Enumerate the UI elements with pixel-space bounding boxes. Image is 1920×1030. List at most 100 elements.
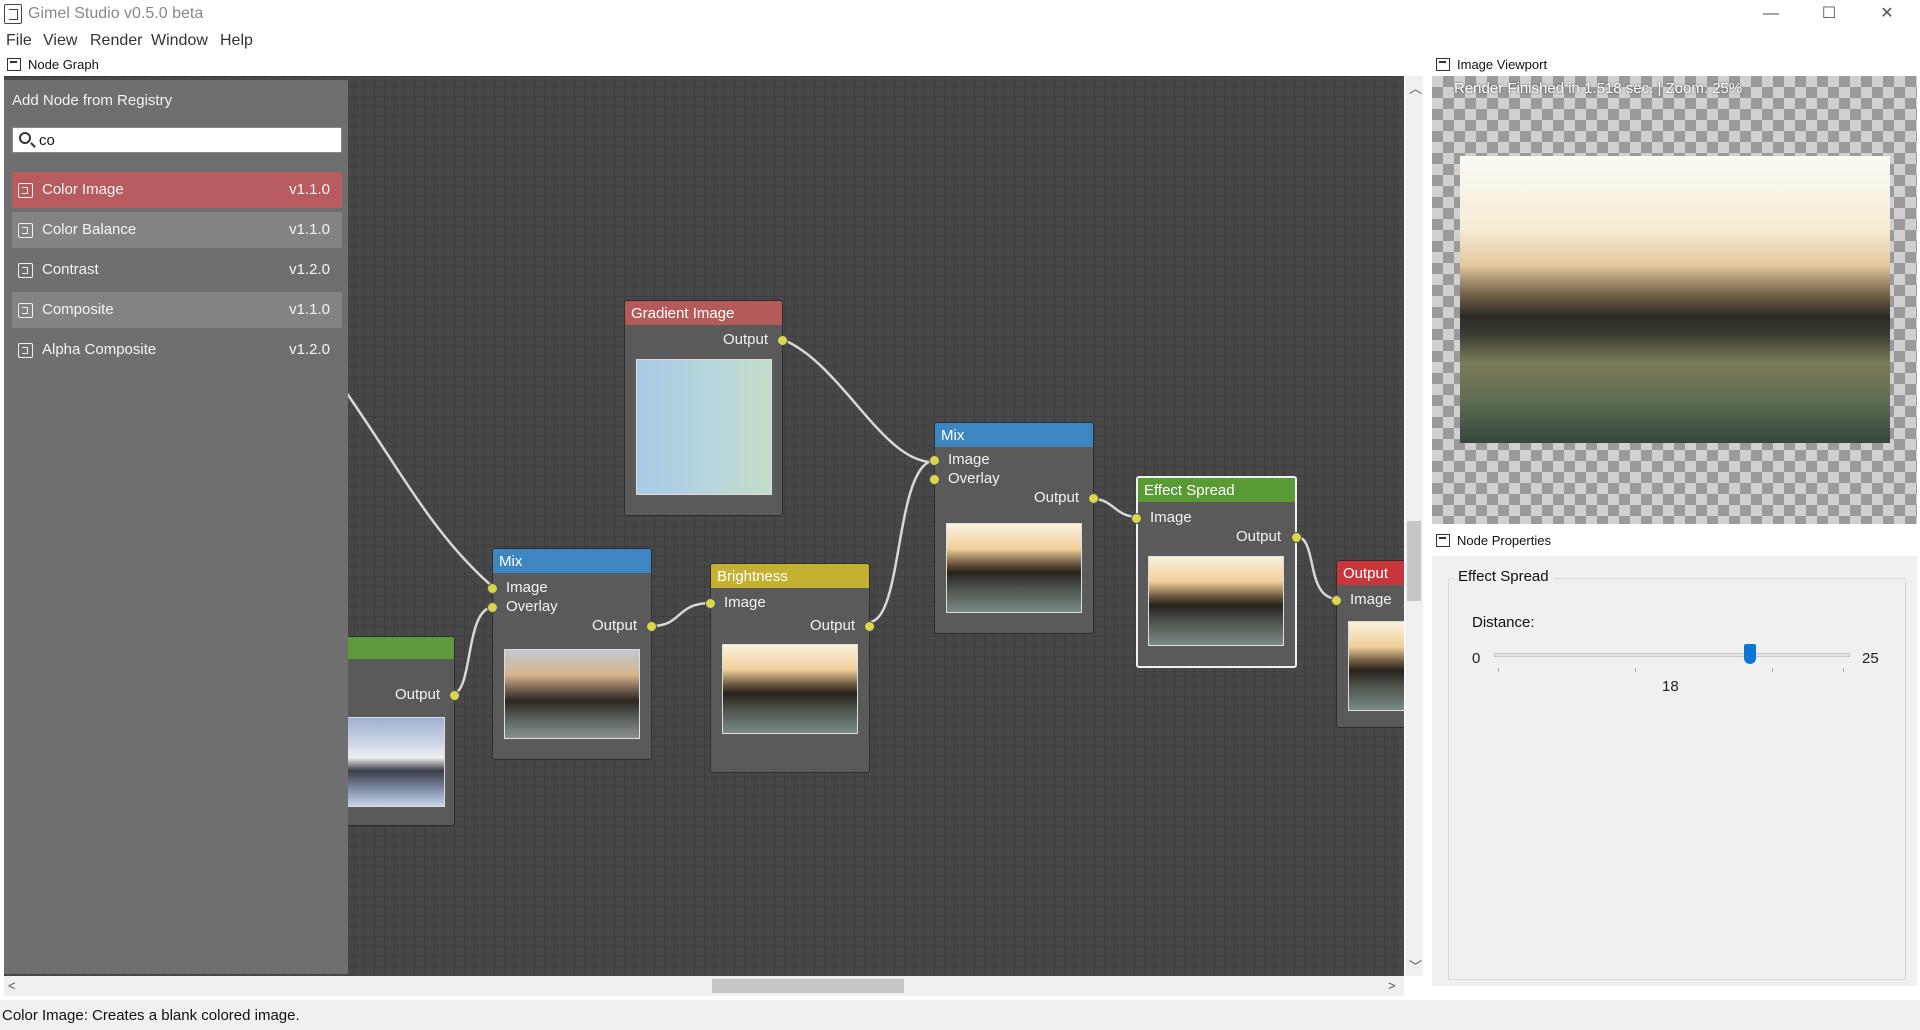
node-output[interactable]: Output Image [1331,560,1404,728]
socket-input-image[interactable] [487,583,498,594]
properties-group [1448,578,1906,980]
socket-input-overlay[interactable] [487,602,498,613]
menu-window[interactable]: Window [151,32,208,50]
registry-item-contrast[interactable]: Contrast v1.2.0 [12,252,342,288]
node-header: Mix [493,549,651,573]
distance-label: Distance: [1472,614,1535,631]
menu-help[interactable]: Help [220,32,253,50]
registry-search[interactable] [12,127,342,153]
socket-output[interactable] [864,621,875,632]
socket-input-label: Image [506,579,548,596]
registry-item-alpha-composite[interactable]: Alpha Composite v1.2.0 [12,332,342,368]
registry-item-color-image[interactable]: Color Image v1.1.0 [12,172,342,208]
menu-render[interactable]: Render [90,32,142,50]
node-properties-panel-title: Node Properties [1457,533,1551,548]
search-input[interactable] [39,130,335,150]
registry-item-version: v1.1.0 [289,221,330,238]
socket-input-image[interactable] [705,598,716,609]
node-thumbnail [722,644,858,734]
scroll-left-icon[interactable]: < [8,978,16,993]
socket-input-image[interactable] [1131,513,1142,524]
node-header [335,637,454,659]
socket-input-label: Overlay [948,470,1000,487]
menu-file[interactable]: File [6,32,32,50]
socket-output-label: Output [1033,489,1079,506]
node-header: Effect Spread [1138,478,1295,502]
app-icon [4,4,22,24]
registry-item-name: Composite [42,301,114,318]
node-thumbnail [636,359,772,495]
socket-output[interactable] [1088,493,1099,504]
registry-item-color-balance[interactable]: Color Balance v1.1.0 [12,212,342,248]
scroll-up-icon[interactable]: ︿ [1409,78,1422,97]
node-registry-panel: Add Node from Registry Color Image v1.1.… [4,80,348,974]
registry-item-composite[interactable]: Composite v1.1.0 [12,292,342,328]
rendered-image [1460,156,1890,443]
wire-mix1-to-brightness [650,601,713,628]
socket-input-label: Image [724,594,766,611]
horizontal-scroll-thumb[interactable] [712,979,904,993]
registry-item-name: Color Balance [42,221,137,238]
slider-value: 18 [1662,678,1679,695]
socket-output[interactable] [646,621,657,632]
node-graph-panel-title: Node Graph [28,57,99,72]
node-mix-2[interactable]: Mix Image Overlay Output [929,422,1099,634]
node-properties-panel: Effect Spread Distance: 0 25 18 [1432,556,1917,986]
node-header: Mix [935,423,1093,447]
socket-input-image[interactable] [929,455,940,466]
node-graph-icon [7,58,21,71]
socket-output[interactable] [1291,532,1302,543]
socket-output-label: Output [1235,528,1281,545]
graph-horizontal-scrollbar[interactable]: < > [4,976,1404,996]
scroll-right-icon[interactable]: > [1388,978,1396,993]
menu-bar: File View Render Window Help [0,30,1920,54]
status-bar: Color Image: Creates a blank colored ima… [0,1000,1920,1030]
socket-output-label: Output [394,686,440,703]
node-image-partial[interactable]: Output [334,636,460,826]
menu-view[interactable]: View [43,32,77,50]
node-thumbnail [504,649,640,739]
window-title: Gimel Studio v0.5.0 beta [28,5,204,22]
distance-slider-handle[interactable] [1744,644,1757,664]
status-text: Color Image: Creates a blank colored ima… [2,1007,300,1024]
slider-min-label: 0 [1472,650,1481,667]
image-viewport[interactable]: Render Finished in 1.518 sec. | Zoom: 25… [1432,76,1917,524]
registry-item-name: Color Image [42,181,124,198]
title-bar: Gimel Studio v0.5.0 beta — ☐ ✕ [0,0,1920,30]
socket-output-label: Output [591,617,637,634]
node-thumbnail [335,717,445,807]
scroll-down-icon[interactable]: ﹀ [1409,956,1422,975]
distance-slider[interactable] [1494,653,1850,657]
slider-tick [1635,668,1636,672]
image-viewport-panel-title: Image Viewport [1457,57,1548,72]
close-button[interactable]: ✕ [1858,0,1916,30]
node-icon [18,343,33,358]
search-icon [19,132,31,144]
node-icon [18,223,33,238]
graph-vertical-scrollbar[interactable]: ︿ ﹀ [1405,76,1423,976]
registry-item-name: Alpha Composite [42,341,157,358]
node-header: Brightness [711,564,869,588]
socket-output[interactable] [449,690,460,701]
socket-output-label: Output [809,617,855,634]
node-thumbnail [1148,556,1284,646]
maximize-button[interactable]: ☐ [1800,0,1858,30]
node-mix-1[interactable]: Mix Image Overlay Output [487,548,657,760]
slider-max-label: 25 [1862,650,1879,667]
minimize-button[interactable]: — [1742,0,1800,30]
node-gradient-image[interactable]: Gradient Image Output [624,300,788,516]
socket-input-label: Image [1350,591,1392,608]
vertical-scroll-thumb[interactable] [1407,521,1421,601]
wire-effect-to-output [1294,534,1339,601]
node-effect-spread[interactable]: Effect Spread Image Output [1131,476,1302,668]
registry-item-version: v1.1.0 [289,181,330,198]
node-brightness[interactable]: Brightness Image Output [705,563,875,773]
socket-output[interactable] [777,335,788,346]
render-status: Render Finished in 1.518 sec. | Zoom: 25… [1454,80,1743,97]
properties-group-title: Effect Spread [1454,568,1553,585]
node-icon [18,263,33,278]
node-thumbnail [1348,621,1404,711]
wire-image-to-mix1 [451,605,495,696]
socket-input-image[interactable] [1331,595,1342,606]
socket-input-overlay[interactable] [929,474,940,485]
